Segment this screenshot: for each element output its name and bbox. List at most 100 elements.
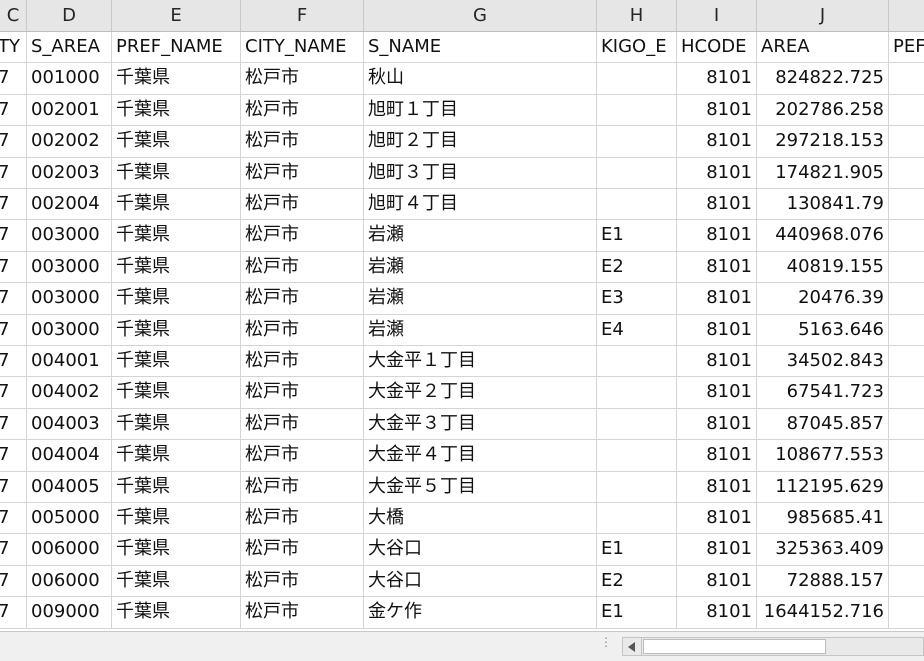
cell[interactable]: 20476.39 bbox=[757, 283, 889, 314]
cell[interactable]: 7 bbox=[0, 440, 27, 471]
cell[interactable]: 005000 bbox=[27, 503, 112, 534]
cell[interactable]: E3 bbox=[597, 283, 677, 314]
cell[interactable]: 112195.629 bbox=[757, 471, 889, 502]
cell[interactable]: 004002 bbox=[27, 377, 112, 408]
cell[interactable]: E2 bbox=[597, 565, 677, 597]
cell[interactable]: 千葉県 bbox=[112, 251, 241, 283]
column-letter-D[interactable]: D bbox=[27, 0, 112, 31]
cell[interactable]: 松戸市 bbox=[241, 503, 364, 534]
cell[interactable] bbox=[889, 189, 924, 219]
column-letter-I[interactable]: I bbox=[677, 0, 757, 31]
cell[interactable]: 千葉県 bbox=[112, 534, 241, 565]
cell[interactable]: 002001 bbox=[27, 94, 112, 126]
cell[interactable]: 006000 bbox=[27, 534, 112, 565]
cell[interactable]: 大金平４丁目 bbox=[364, 440, 597, 471]
cell[interactable]: 002004 bbox=[27, 189, 112, 220]
cell[interactable]: 松戸市 bbox=[241, 440, 364, 471]
cell[interactable]: 003000 bbox=[27, 251, 112, 283]
cell[interactable]: 7 bbox=[0, 220, 27, 251]
scroll-thumb[interactable] bbox=[643, 639, 826, 654]
cell[interactable]: 大金平１丁目 bbox=[364, 346, 597, 377]
cell[interactable]: 8101 bbox=[677, 94, 757, 126]
cell[interactable]: 旭町４丁目 bbox=[364, 189, 597, 220]
cell[interactable]: 千葉県 bbox=[112, 189, 241, 220]
column-letter-F[interactable]: F bbox=[241, 0, 364, 31]
cell[interactable] bbox=[597, 408, 677, 440]
cell[interactable]: E1 bbox=[597, 220, 677, 251]
cell[interactable]: 旭町３丁目 bbox=[364, 157, 597, 188]
cell[interactable] bbox=[889, 566, 924, 596]
cell[interactable]: 千葉県 bbox=[112, 314, 241, 345]
cell[interactable]: E1 bbox=[597, 534, 677, 565]
cell[interactable]: 松戸市 bbox=[241, 314, 364, 345]
cell[interactable]: 千葉県 bbox=[112, 63, 241, 94]
cell[interactable]: 8101 bbox=[677, 220, 757, 251]
cell[interactable]: 8101 bbox=[677, 63, 757, 94]
cell[interactable]: 千葉県 bbox=[112, 565, 241, 597]
cell[interactable]: 40819.155 bbox=[757, 251, 889, 283]
cell[interactable]: 87045.857 bbox=[757, 408, 889, 440]
cell[interactable] bbox=[889, 158, 924, 188]
cell[interactable]: 松戸市 bbox=[241, 346, 364, 377]
cell[interactable]: 8101 bbox=[677, 597, 757, 628]
cell[interactable]: 8101 bbox=[677, 346, 757, 377]
cell[interactable]: 松戸市 bbox=[241, 251, 364, 283]
cell[interactable]: 千葉県 bbox=[112, 94, 241, 126]
cell[interactable]: 千葉県 bbox=[112, 283, 241, 314]
cell[interactable]: 8101 bbox=[677, 565, 757, 597]
cell[interactable]: 7 bbox=[0, 126, 27, 157]
cell[interactable]: 985685.41 bbox=[757, 503, 889, 534]
cell[interactable]: 松戸市 bbox=[241, 94, 364, 126]
cell[interactable]: 7 bbox=[0, 283, 27, 314]
cell[interactable]: 7 bbox=[0, 157, 27, 188]
cell[interactable]: E1 bbox=[597, 597, 677, 628]
cell[interactable]: 72888.157 bbox=[757, 565, 889, 597]
cell[interactable]: 8101 bbox=[677, 189, 757, 220]
cell[interactable] bbox=[597, 94, 677, 126]
cell[interactable]: 千葉県 bbox=[112, 346, 241, 377]
cell[interactable]: 002003 bbox=[27, 157, 112, 188]
cell[interactable]: 7 bbox=[0, 314, 27, 345]
cell[interactable]: 8101 bbox=[677, 440, 757, 471]
cell[interactable]: 大谷口 bbox=[364, 565, 597, 597]
cell[interactable]: HCODE bbox=[677, 32, 757, 63]
cell[interactable]: 8101 bbox=[677, 377, 757, 408]
cell[interactable] bbox=[597, 189, 677, 220]
cell[interactable]: 002002 bbox=[27, 126, 112, 157]
cell[interactable]: 旭町２丁目 bbox=[364, 126, 597, 157]
cell[interactable]: 大橋 bbox=[364, 503, 597, 534]
cell[interactable]: 旭町１丁目 bbox=[364, 94, 597, 126]
cell[interactable]: 325363.409 bbox=[757, 534, 889, 565]
cell[interactable]: 8101 bbox=[677, 503, 757, 534]
cell[interactable]: 824822.725 bbox=[757, 63, 889, 94]
cell[interactable]: 7 bbox=[0, 534, 27, 565]
cell[interactable]: 8101 bbox=[677, 283, 757, 314]
scroll-left-icon[interactable] bbox=[623, 638, 642, 655]
cell[interactable]: 004005 bbox=[27, 471, 112, 502]
cell[interactable]: 8101 bbox=[677, 408, 757, 440]
cell[interactable]: 108677.553 bbox=[757, 440, 889, 471]
cell[interactable]: 5163.646 bbox=[757, 314, 889, 345]
cell[interactable]: 001000 bbox=[27, 63, 112, 94]
cell[interactable]: 130841.79 bbox=[757, 189, 889, 220]
cell[interactable]: 松戸市 bbox=[241, 597, 364, 628]
cell[interactable]: 松戸市 bbox=[241, 471, 364, 502]
cell[interactable]: 千葉県 bbox=[112, 220, 241, 251]
cell[interactable]: 006000 bbox=[27, 565, 112, 597]
cell[interactable] bbox=[597, 157, 677, 188]
cell[interactable]: 1644152.716 bbox=[757, 597, 889, 628]
cell[interactable]: 8101 bbox=[677, 157, 757, 188]
cell[interactable]: S_NAME bbox=[364, 32, 597, 63]
cell[interactable]: 千葉県 bbox=[112, 440, 241, 471]
column-letter-J[interactable]: J bbox=[757, 0, 889, 31]
cell[interactable]: 8101 bbox=[677, 534, 757, 565]
cell[interactable]: 7 bbox=[0, 471, 27, 502]
cell[interactable] bbox=[889, 315, 924, 345]
cell[interactable]: 千葉県 bbox=[112, 126, 241, 157]
cell[interactable] bbox=[889, 440, 924, 470]
cell[interactable]: 松戸市 bbox=[241, 534, 364, 565]
cell[interactable]: 松戸市 bbox=[241, 377, 364, 408]
column-letter-H[interactable]: H bbox=[597, 0, 677, 31]
cell[interactable]: 松戸市 bbox=[241, 63, 364, 94]
cell[interactable] bbox=[889, 63, 924, 93]
